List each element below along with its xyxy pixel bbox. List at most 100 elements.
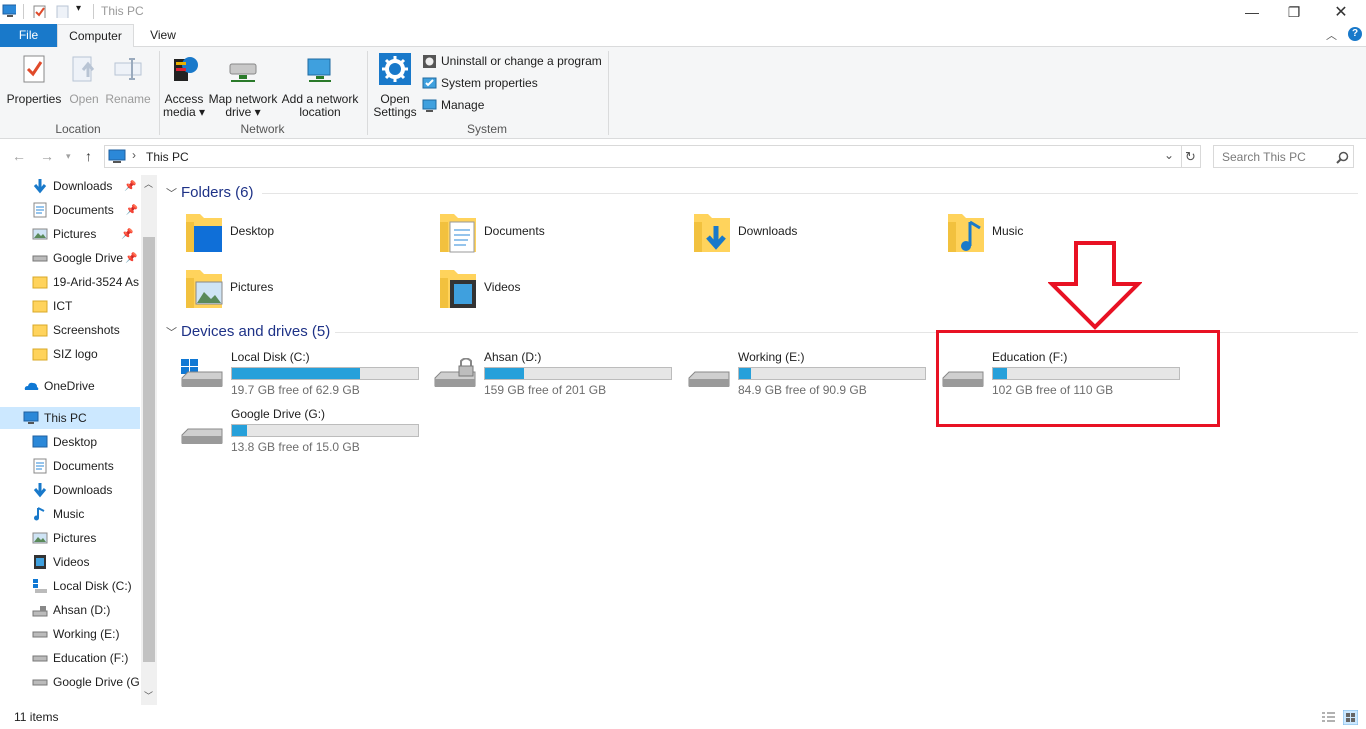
collapse-folders-icon[interactable]: ﹀ xyxy=(166,185,177,201)
music-icon xyxy=(34,507,45,521)
downloads-folder-icon xyxy=(694,214,730,252)
collapse-drives-icon[interactable]: ﹀ xyxy=(166,324,177,340)
scroll-up-icon[interactable]: ︿ xyxy=(144,177,153,190)
sidebar-item-music[interactable]: Music xyxy=(0,503,140,525)
sidebar-item-ahsan-d[interactable]: Ahsan (D:) xyxy=(0,599,140,621)
add-network-location-button[interactable]: Add a network location xyxy=(280,51,360,119)
drive-working-e[interactable]: Working (E:) 84.9 GB free of 90.9 GB xyxy=(687,350,932,398)
manage-button[interactable]: Manage xyxy=(422,95,484,115)
downloads-icon xyxy=(33,179,47,194)
scroll-down-icon[interactable]: ﹀ xyxy=(144,689,153,702)
map-network-drive-button[interactable]: Map network drive ▾ xyxy=(206,51,280,119)
drive-local-disk-c[interactable]: Local Disk (C:) 19.7 GB free of 62.9 GB xyxy=(180,350,425,398)
tab-computer[interactable]: Computer xyxy=(57,24,134,48)
drive-icon xyxy=(688,371,730,387)
rename-icon xyxy=(114,58,142,80)
minimize-button[interactable]: — xyxy=(1229,0,1275,24)
folder-videos[interactable]: Videos xyxy=(438,266,688,314)
address-bar[interactable]: › This PC ⌄ ↻ xyxy=(104,145,1201,168)
search-placeholder[interactable]: Search This PC xyxy=(1222,150,1306,164)
sidebar-item-documents-pc[interactable]: Documents xyxy=(0,455,140,477)
new-folder-quick-icon[interactable] xyxy=(56,4,70,18)
videos-icon xyxy=(34,555,46,569)
sidebar-item-videos[interactable]: Videos xyxy=(0,551,140,573)
drives-heading[interactable]: Devices and drives (5) xyxy=(181,323,330,340)
folders-heading[interactable]: Folders (6) xyxy=(181,184,254,201)
customize-quick-access-icon[interactable]: ▾ xyxy=(76,3,81,14)
sidebar-item-local-disk-c[interactable]: Local Disk (C:) xyxy=(0,575,140,597)
sidebar-item-desktop[interactable]: Desktop xyxy=(0,431,140,453)
sidebar-item-siz-logo[interactable]: SIZ logo xyxy=(0,343,140,365)
search-box[interactable]: Search This PC xyxy=(1213,145,1354,168)
details-view-icon[interactable] xyxy=(1321,711,1336,724)
properties-quick-icon[interactable] xyxy=(33,4,47,18)
sidebar-item-pictures[interactable]: Pictures 📌 xyxy=(0,223,140,245)
locked-drive-icon xyxy=(32,606,48,617)
sidebar-item-google-drive-quick[interactable]: Google Drive 📌 xyxy=(0,247,140,269)
this-pc-icon xyxy=(2,4,16,17)
sidebar-item-google-drive-g[interactable]: Google Drive (G: xyxy=(0,671,140,693)
sidebar-item-this-pc[interactable]: This PC xyxy=(0,407,140,429)
sidebar-item-19-arid[interactable]: 19-Arid-3524 As xyxy=(0,271,140,293)
sidebar-item-education-f[interactable]: Education (F:) xyxy=(0,647,140,669)
sidebar-item-working-e[interactable]: Working (E:) xyxy=(0,623,140,645)
tab-file[interactable]: File xyxy=(0,24,57,47)
up-button[interactable]: ↑ xyxy=(85,148,92,164)
drive-icon xyxy=(32,655,48,662)
group-label-network: Network xyxy=(240,122,285,136)
title-bar: ▾ This PC — ❐ ✕ xyxy=(0,0,1366,24)
large-icons-view-icon[interactable] xyxy=(1343,710,1358,725)
network-location-icon xyxy=(307,58,331,82)
documents-icon xyxy=(33,202,47,218)
pin-icon: 📌 xyxy=(125,204,139,216)
folder-documents[interactable]: Documents xyxy=(438,210,688,258)
system-properties-button[interactable]: System properties xyxy=(422,73,538,93)
sidebar-item-downloads[interactable]: Downloads 📌 xyxy=(0,175,140,197)
settings-icon xyxy=(379,53,411,85)
sidebar-item-onedrive[interactable]: OneDrive xyxy=(0,375,140,397)
drive-google-drive-g[interactable]: Google Drive (G:) 13.8 GB free of 15.0 G… xyxy=(180,407,425,455)
address-dropdown-icon[interactable]: ⌄ xyxy=(1164,148,1174,162)
sidebar-item-ict[interactable]: ICT xyxy=(0,295,140,317)
properties-icon xyxy=(23,55,45,83)
properties-button[interactable]: Properties xyxy=(5,51,63,106)
open-settings-button[interactable]: Open Settings xyxy=(371,51,419,119)
recent-locations-icon[interactable]: ▾ xyxy=(66,151,71,162)
forward-button[interactable]: → xyxy=(40,148,54,164)
tab-view[interactable]: View xyxy=(136,24,190,47)
folder-desktop[interactable]: Desktop xyxy=(184,210,434,258)
downloads-icon xyxy=(33,483,47,498)
drive-ahsan-d[interactable]: Ahsan (D:) 159 GB free of 201 GB xyxy=(433,350,678,398)
sidebar-item-documents[interactable]: Documents 📌 xyxy=(0,199,140,221)
drive-usage-bar xyxy=(738,367,926,380)
search-icon[interactable] xyxy=(1336,151,1349,164)
desktop-icon xyxy=(32,435,48,448)
this-pc-icon xyxy=(23,411,39,424)
restore-button[interactable]: ❐ xyxy=(1271,0,1317,24)
sidebar-item-pictures-pc[interactable]: Pictures xyxy=(0,527,140,549)
breadcrumb-this-pc[interactable]: This PC xyxy=(146,150,189,164)
folder-icon xyxy=(32,348,48,361)
locked-drive-icon xyxy=(434,358,476,387)
folder-downloads[interactable]: Downloads xyxy=(692,210,942,258)
scrollbar-thumb[interactable] xyxy=(143,237,155,662)
folder-pictures[interactable]: Pictures xyxy=(184,266,434,314)
drive-icon xyxy=(32,679,48,686)
access-media-button[interactable]: Access media ▾ xyxy=(162,51,206,119)
rename-button[interactable]: Rename xyxy=(105,51,151,106)
open-button[interactable]: Open xyxy=(64,51,104,106)
documents-folder-icon xyxy=(440,214,476,253)
sidebar-scrollbar[interactable]: ︿ ﹀ xyxy=(141,175,157,705)
drive-usage-bar xyxy=(484,367,672,380)
uninstall-program-button[interactable]: Uninstall or change a program xyxy=(422,51,602,71)
annotation-arrow-icon xyxy=(1048,241,1142,330)
help-icon[interactable]: ? xyxy=(1348,27,1362,41)
collapse-ribbon-icon[interactable]: ︿ xyxy=(1326,27,1337,43)
sidebar-item-downloads-pc[interactable]: Downloads xyxy=(0,479,140,501)
close-button[interactable]: ✕ xyxy=(1318,0,1364,24)
refresh-icon[interactable]: ↻ xyxy=(1185,149,1196,165)
network-drive-icon xyxy=(229,63,257,82)
back-button[interactable]: ← xyxy=(12,148,26,164)
folder-icon xyxy=(32,324,48,337)
sidebar-item-screenshots[interactable]: Screenshots xyxy=(0,319,140,341)
